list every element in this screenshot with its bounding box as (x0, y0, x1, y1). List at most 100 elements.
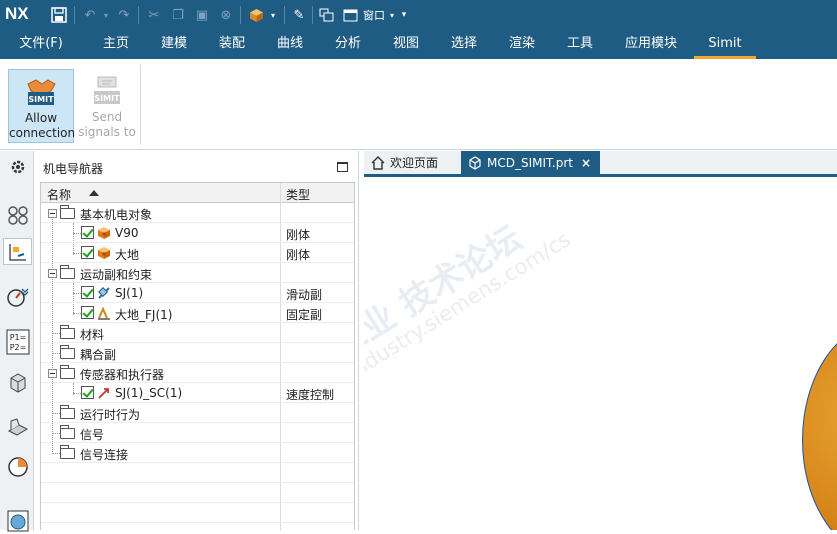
visibility-checkbox[interactable] (81, 306, 94, 319)
runtime-inspector-icon[interactable] (4, 283, 31, 310)
cut-icon[interactable]: ✂ (144, 5, 164, 25)
ribbon: SIMIT Allow connection SIMIT Send signal… (0, 59, 837, 150)
save-icon[interactable] (48, 5, 70, 25)
menu-simit[interactable]: Simit (694, 30, 756, 59)
sort-ascending-icon (89, 190, 99, 196)
menu-application[interactable]: 应用模块 (614, 30, 688, 59)
visibility-checkbox[interactable] (81, 246, 94, 259)
nx-logo: NX (5, 4, 29, 23)
tree-row-sensors-actuators[interactable]: 传感器和执行器 (41, 363, 354, 383)
mechatronics-navigator: 机电导航器 名称 类型 基本机电对象 V90 刚体 大地 刚体 运动副和约束 S… (35, 151, 359, 531)
delete-icon[interactable]: ⊗ (216, 5, 236, 25)
document-tabs: 欢迎页面 MCD_SIMIT.prt × (364, 151, 837, 177)
collapse-icon[interactable] (48, 209, 57, 218)
visibility-checkbox[interactable] (81, 286, 94, 299)
menu-home[interactable]: 主页 (92, 30, 140, 59)
tree-row-joints[interactable]: 运动副和约束 (41, 263, 354, 283)
tab-mcd-simit-prt[interactable]: MCD_SIMIT.prt × (461, 151, 600, 176)
paste-icon[interactable]: ▣ (192, 5, 212, 25)
tree-row-materials[interactable]: 材料 (41, 323, 354, 343)
home-icon (371, 156, 385, 170)
switch-window-icon[interactable] (316, 5, 336, 25)
undo-dropdown-icon[interactable]: ▾ (100, 5, 112, 25)
part-icon[interactable] (4, 369, 31, 396)
history-clock-icon[interactable] (4, 453, 31, 480)
folder-icon (60, 445, 75, 459)
folder-icon (60, 425, 75, 439)
folder-icon (60, 365, 75, 379)
mechatronics-navigator-icon[interactable] (3, 238, 32, 265)
menu-select[interactable]: 选择 (440, 30, 488, 59)
send-label-line1: Send (91, 110, 123, 124)
menu-analysis[interactable]: 分析 (324, 30, 372, 59)
expressions-icon[interactable]: P1= P2= (4, 328, 31, 355)
redo-icon[interactable]: ↷ (114, 5, 134, 25)
window-dropdown-icon[interactable]: ▾ (387, 5, 397, 25)
customize-dropdown-icon[interactable]: ▾ (398, 5, 410, 25)
folder-icon (60, 265, 75, 279)
send-signals-button[interactable]: SIMIT Send signals to (74, 69, 140, 143)
tab-welcome-page[interactable]: 欢迎页面 (364, 151, 460, 176)
collapse-icon[interactable] (48, 269, 57, 278)
tree-row-couplers[interactable]: 耦合副 (41, 343, 354, 363)
column-header: 名称 类型 (41, 183, 354, 203)
menu-assembly[interactable]: 装配 (208, 30, 256, 59)
tree-row-runtime-behavior[interactable]: 运行时行为 (41, 403, 354, 423)
tree-row-sliding-joint[interactable]: SJ(1) 滑动副 (41, 283, 354, 303)
title-bar: NX ↶ ▾ ↷ ✂ ❐ ▣ ⊗ ▾ ✎ 窗口 ▾ ▾ (0, 0, 837, 30)
svg-text:P1=: P1= (9, 333, 26, 342)
window-icon[interactable] (340, 5, 360, 25)
send-label-line2: signals to (78, 125, 136, 139)
settings-gear-icon[interactable] (4, 153, 31, 180)
navigator-title: 机电导航器 (43, 162, 104, 176)
tree-row-fixed-joint[interactable]: 大地_FJ(1) 固定副 (41, 303, 354, 323)
navigator-tree: 名称 类型 基本机电对象 V90 刚体 大地 刚体 运动副和约束 SJ(1) 滑… (40, 182, 355, 531)
component-dropdown-icon[interactable]: ▾ (267, 5, 279, 25)
maximize-icon[interactable] (337, 162, 348, 172)
menu-curve[interactable]: 曲线 (266, 30, 314, 59)
sheet-metal-icon[interactable] (4, 413, 31, 440)
graphics-viewport[interactable]: 西门子工业 技术论坛 support.industry.siemens.com/… (364, 180, 837, 530)
column-name-header[interactable]: 名称 (47, 186, 71, 203)
component-icon[interactable] (246, 5, 266, 25)
folder-icon (60, 205, 75, 219)
copy-icon[interactable]: ❐ (168, 5, 188, 25)
column-type-header[interactable]: 类型 (286, 186, 310, 203)
tree-row-ground[interactable]: 大地 刚体 (41, 243, 354, 263)
visibility-checkbox[interactable] (81, 226, 94, 239)
menu-tools[interactable]: 工具 (556, 30, 604, 59)
empty-row (41, 483, 354, 503)
sliding-joint-icon (98, 287, 110, 299)
empty-row (41, 503, 354, 523)
svg-text:SIMIT: SIMIT (28, 95, 54, 104)
fixed-joint-icon (98, 306, 110, 320)
tree-row-basic-objects[interactable]: 基本机电对象 (41, 203, 354, 223)
tree-row-signal-connections[interactable]: 信号连接 (41, 443, 354, 463)
empty-row (41, 463, 354, 483)
simit-allow-icon: SIMIT (24, 74, 58, 108)
svg-text:SIMIT: SIMIT (94, 94, 120, 103)
svg-text:P2=: P2= (9, 343, 26, 352)
part-file-icon (469, 156, 481, 170)
menu-bar: 文件(F) 主页 建模 装配 曲线 分析 视图 选择 渲染 工具 应用模块 Si… (0, 30, 837, 59)
touch-mode-icon[interactable]: ✎ (289, 5, 309, 25)
ribbon-separator (140, 65, 141, 145)
resource-bar: P1= P2= (0, 151, 34, 531)
allow-label-line2: connection (9, 126, 76, 140)
menu-view[interactable]: 视图 (382, 30, 430, 59)
menu-modeling[interactable]: 建模 (150, 30, 198, 59)
tree-row-signals[interactable]: 信号 (41, 423, 354, 443)
undo-icon[interactable]: ↶ (80, 5, 100, 25)
allow-connection-button[interactable]: SIMIT Allow connection (8, 69, 76, 143)
visibility-checkbox[interactable] (81, 386, 94, 399)
tree-row-speed-control[interactable]: SJ(1)_SC(1) 速度控制 (41, 383, 354, 403)
assembly-navigator-icon[interactable] (4, 201, 31, 228)
sphere-model[interactable] (802, 320, 837, 530)
menu-file[interactable]: 文件(F) (8, 30, 74, 59)
window-menu[interactable]: 窗口 (361, 5, 387, 25)
close-tab-icon[interactable]: × (581, 151, 591, 175)
tree-row-v90[interactable]: V90 刚体 (41, 223, 354, 243)
menu-render[interactable]: 渲染 (498, 30, 546, 59)
collapse-icon[interactable] (48, 369, 57, 378)
rigid-body-icon (98, 247, 110, 259)
